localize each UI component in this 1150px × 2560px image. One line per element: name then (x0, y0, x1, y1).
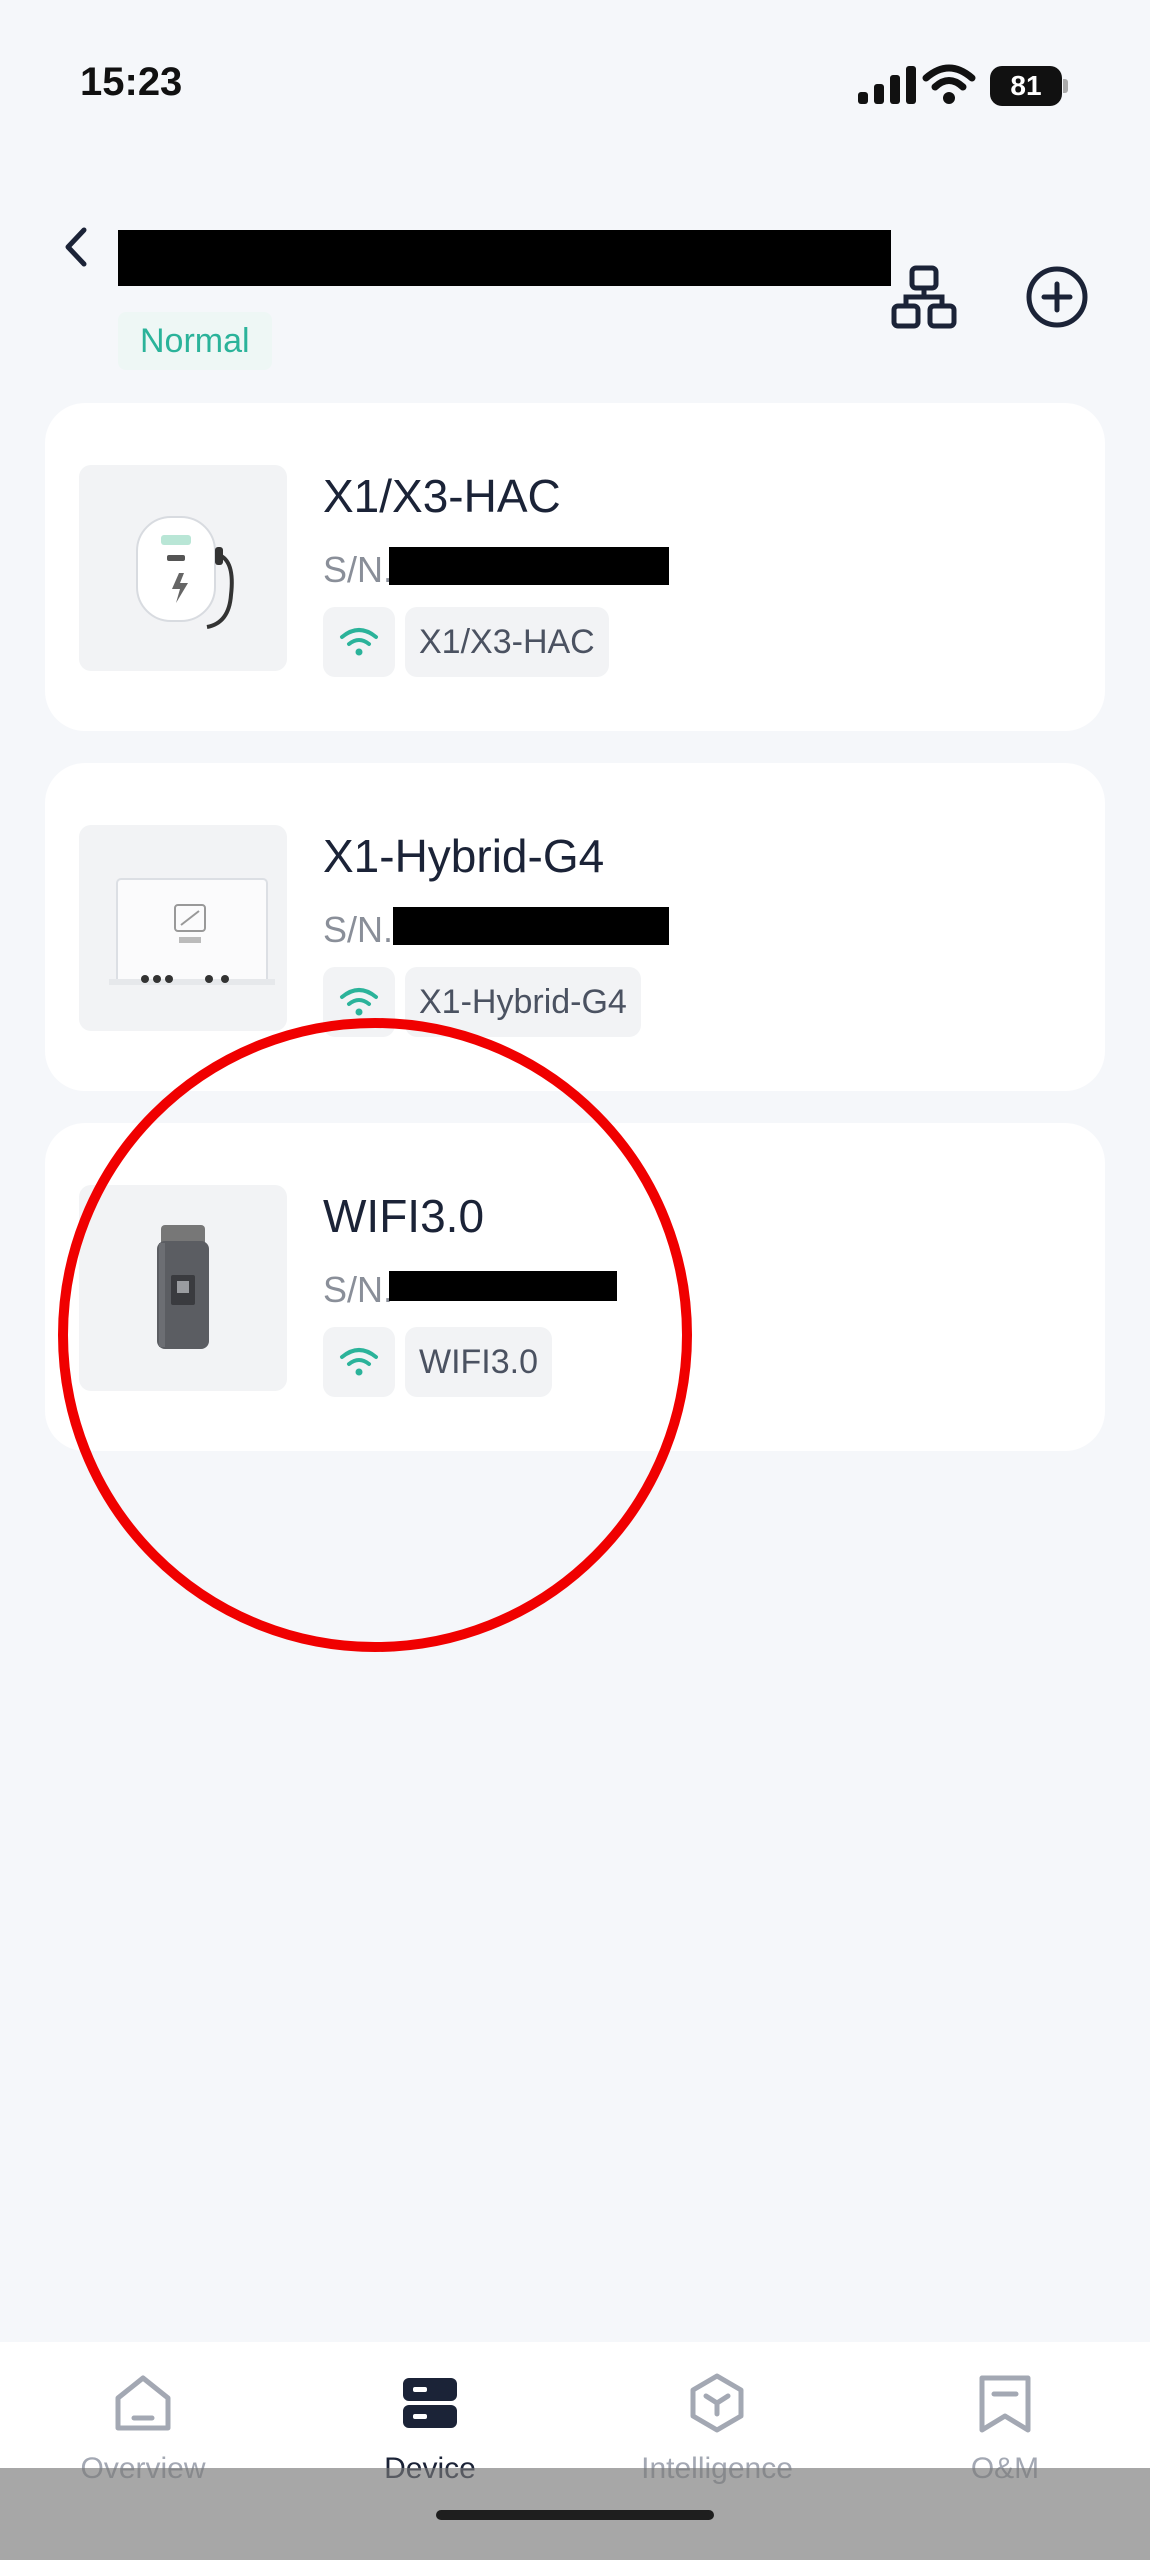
serial-number-label: S/N. (323, 1269, 394, 1310)
device-name: X1/X3-HAC (323, 470, 561, 522)
device-image-charger (79, 465, 287, 671)
serial-number-redacted (389, 547, 669, 585)
status-time: 15:23 (80, 60, 183, 104)
device-image-inverter (79, 825, 287, 1031)
wifi-icon (340, 988, 378, 1016)
intelligence-icon (690, 2373, 744, 2433)
topology-icon[interactable] (890, 264, 958, 330)
wifi-icon (340, 628, 378, 656)
device-image-wifi-dongle (79, 1185, 287, 1391)
serial-number-label: S/N. (323, 549, 394, 590)
bookmark-icon (979, 2375, 1031, 2433)
status-bar: 15:23 81 (0, 0, 1150, 170)
device-name: WIFI3.0 (323, 1190, 485, 1242)
device-model-tag: X1-Hybrid-G4 (405, 967, 641, 1037)
device-icon (403, 2378, 457, 2428)
add-device-icon[interactable] (1024, 264, 1090, 330)
device-model-tag: X1/X3-HAC (405, 607, 609, 677)
serial-number-redacted (393, 907, 669, 945)
device-model-tag: WIFI3.0 (405, 1327, 553, 1397)
status-badge: Normal (118, 312, 272, 370)
device-card[interactable]: X1/X3-HAC S/N. X1/X3-HAC (45, 403, 1105, 731)
serial-number-redacted (389, 1271, 617, 1301)
home-icon (115, 2375, 171, 2431)
wifi-connection-tag (323, 967, 395, 1037)
battery-level: 81 (990, 66, 1062, 106)
cellular-signal-icon (858, 66, 918, 104)
device-card[interactable]: WIFI3.0 S/N. WIFI3.0 (45, 1123, 1105, 1451)
wifi-status-icon (922, 64, 976, 104)
wifi-connection-tag (323, 1327, 395, 1397)
serial-number-label: S/N. (323, 909, 394, 950)
battery-icon: 81 (990, 66, 1068, 106)
wifi-icon (340, 1348, 378, 1376)
wifi-connection-tag (323, 607, 395, 677)
device-card[interactable]: X1-Hybrid-G4 S/N. X1-Hybrid-G4 (45, 763, 1105, 1091)
back-icon[interactable] (56, 222, 96, 272)
site-title-redacted (118, 230, 891, 286)
device-name: X1-Hybrid-G4 (323, 830, 605, 882)
home-indicator[interactable] (436, 2510, 714, 2520)
